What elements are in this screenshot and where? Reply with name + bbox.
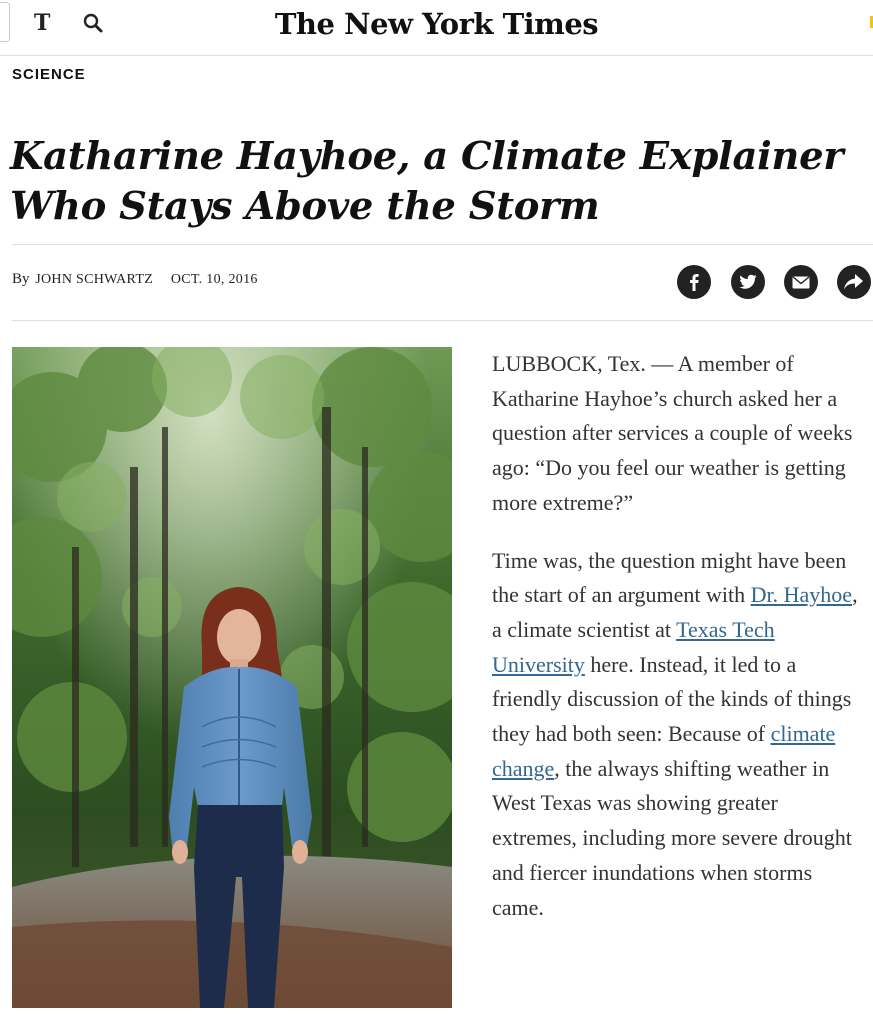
more-share-button[interactable] <box>837 265 871 299</box>
section-label[interactable]: SCIENCE <box>12 66 86 83</box>
byline: By JOHN SCHWARTZ OCT. 10, 2016 <box>12 271 258 288</box>
facebook-icon <box>690 274 699 291</box>
article-body: LUBBOCK, Tex. — A member of Katharine Ha… <box>492 347 862 1015</box>
top-bar: T The New York Times <box>0 0 873 56</box>
paragraph: Time was, the question might have been t… <box>492 544 862 926</box>
masthead-logo[interactable]: The New York Times <box>0 4 873 44</box>
share-icon <box>844 274 863 290</box>
facebook-share-button[interactable] <box>677 265 711 299</box>
twitter-share-button[interactable] <box>731 265 765 299</box>
paragraph: LUBBOCK, Tex. — A member of Katharine Ha… <box>492 351 853 515</box>
author-link[interactable]: JOHN SCHWARTZ <box>35 272 153 287</box>
byline-prefix: By <box>12 271 30 287</box>
email-share-button[interactable] <box>784 265 818 299</box>
article-headline: Katharine Hayhoe, a Climate Explainer Wh… <box>10 134 844 229</box>
twitter-icon <box>739 274 757 289</box>
email-icon <box>792 275 810 288</box>
publish-date: OCT. 10, 2016 <box>170 272 258 287</box>
dr-hayhoe-link[interactable]: Dr. Hayhoe <box>751 582 852 607</box>
divider <box>12 320 873 321</box>
article-photo[interactable] <box>12 347 452 1008</box>
divider <box>12 244 873 245</box>
